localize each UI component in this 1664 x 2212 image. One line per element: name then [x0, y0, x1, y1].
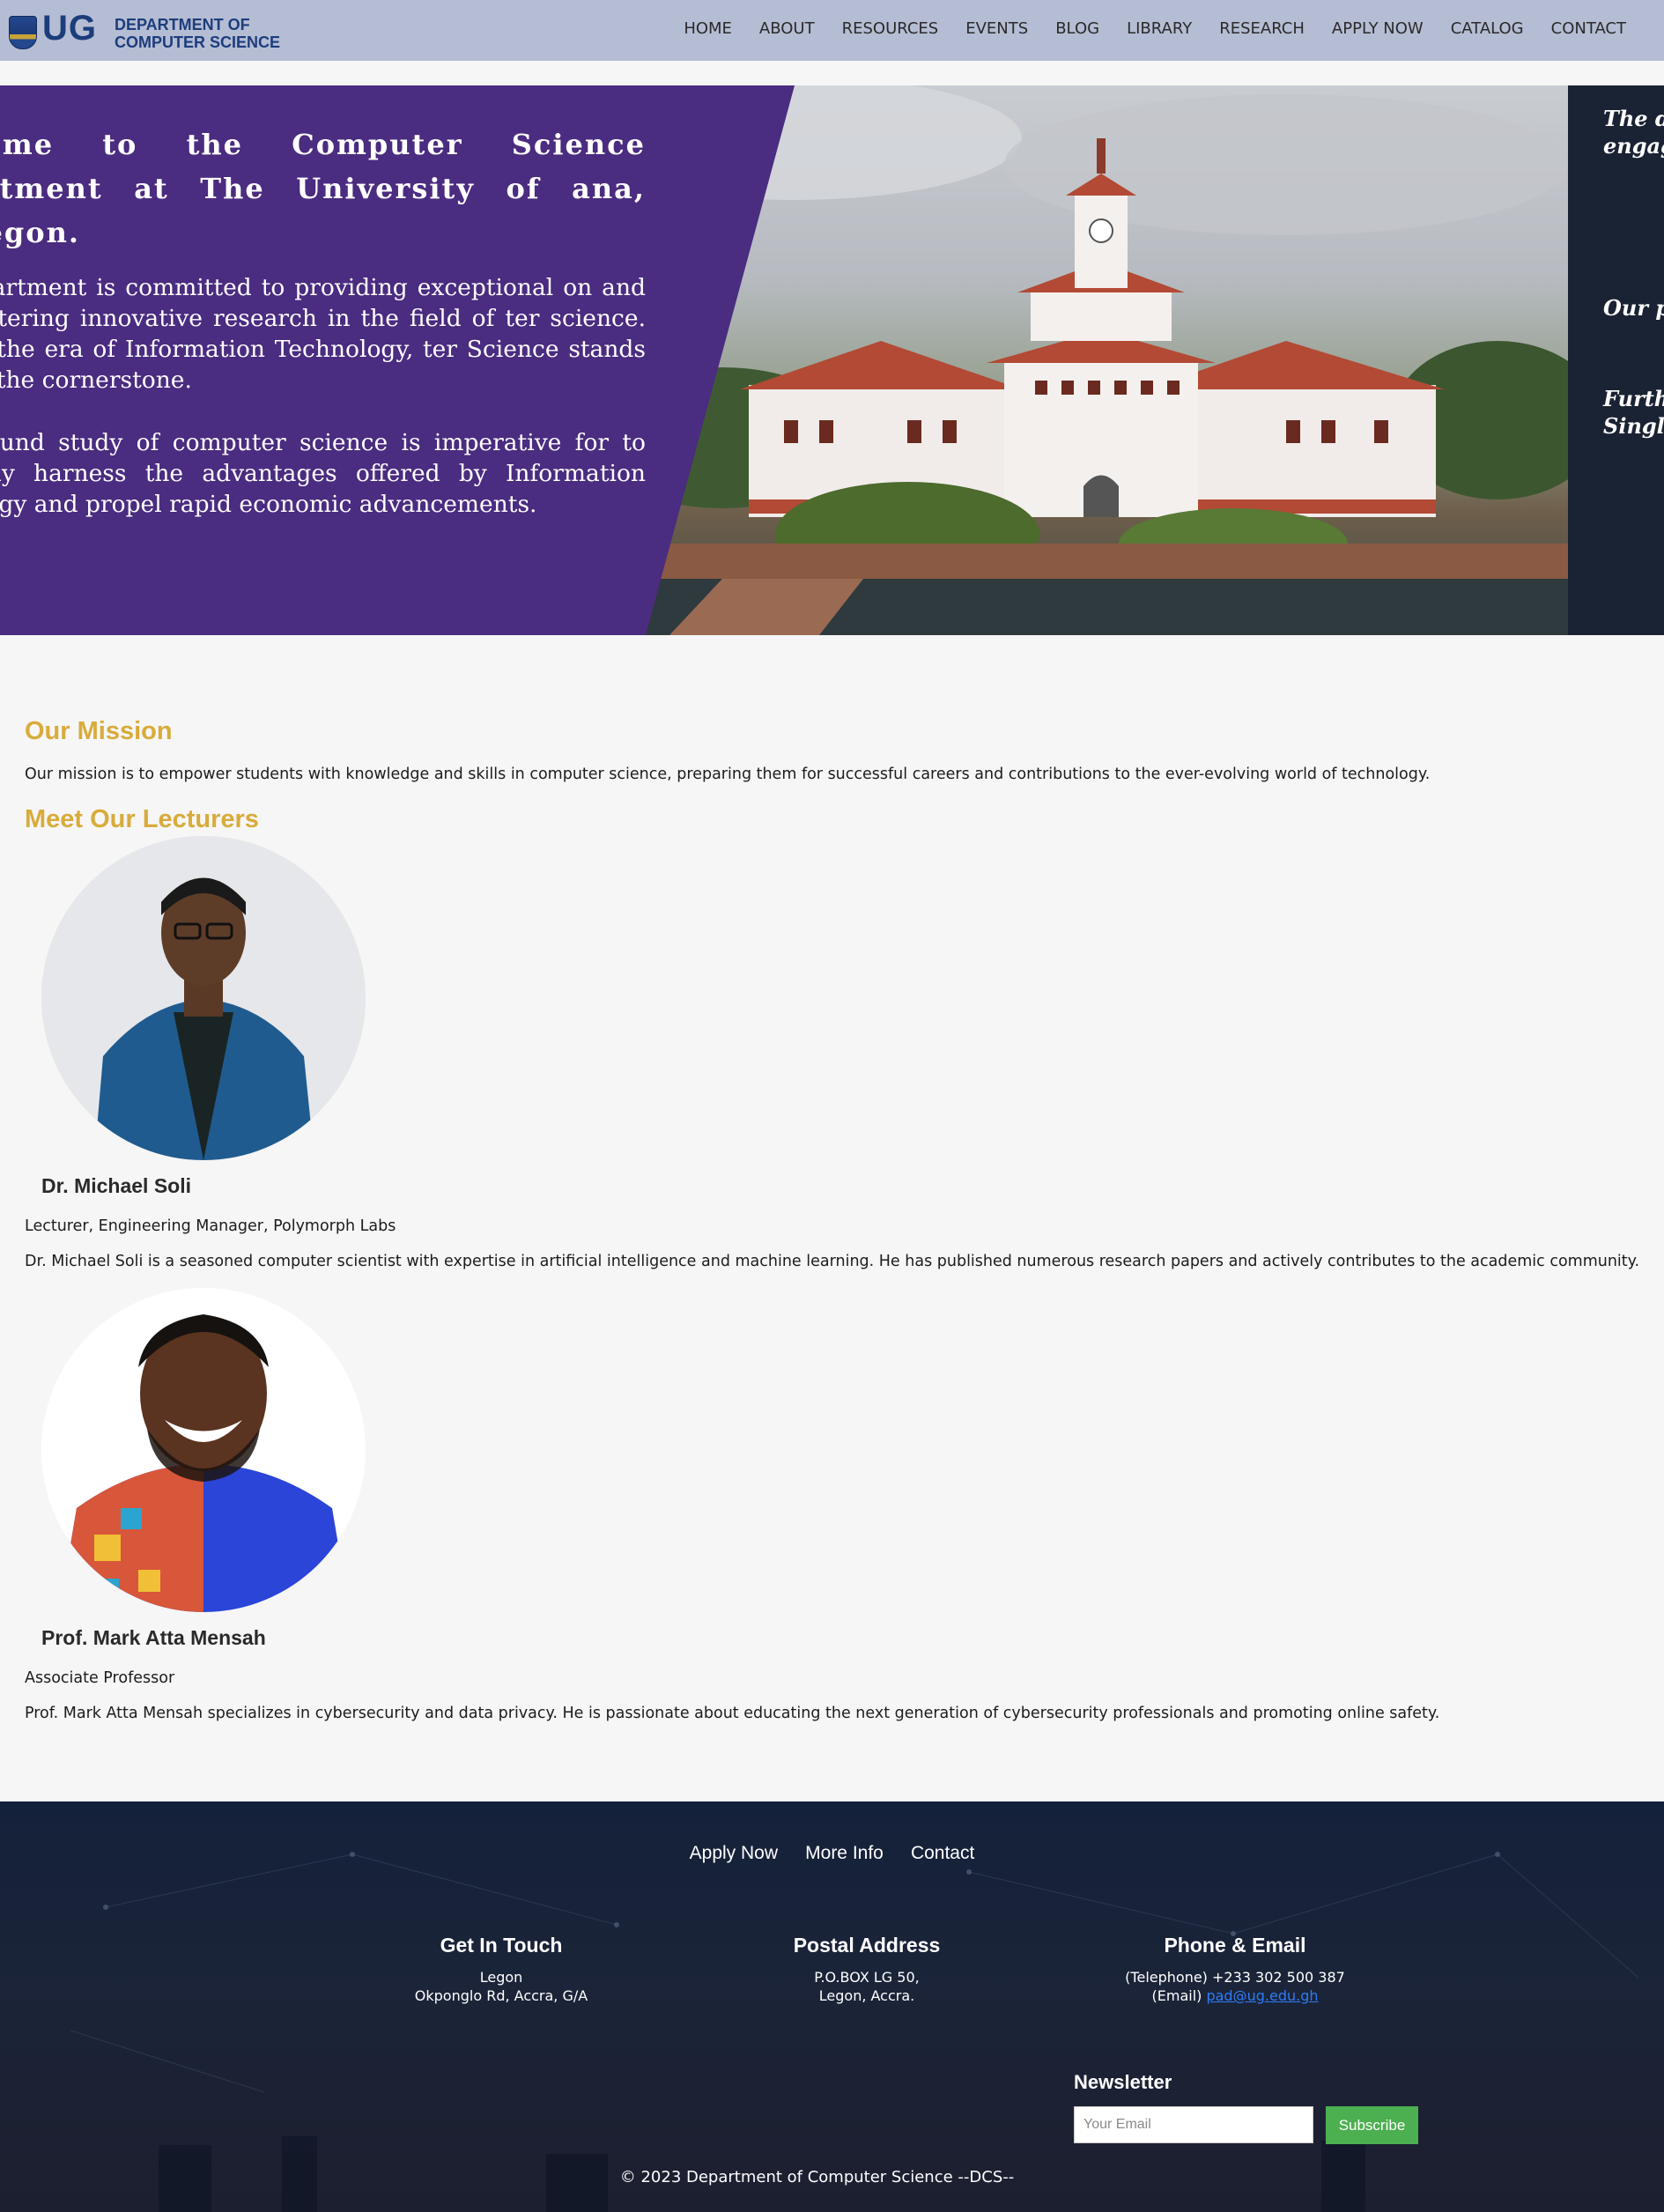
logo-subtitle: DEPARTMENT OF COMPUTER SCIENCE [115, 16, 281, 51]
get-in-touch-title: Get In Touch [440, 1934, 563, 1957]
email-line: (Email) pad@ug.edu.gh [1076, 1986, 1394, 2005]
postal-address-column: Postal Address P.O.BOX LG 50, Legon, Acc… [708, 1934, 1025, 2005]
ug-crest-icon [9, 16, 37, 49]
nav-contact[interactable]: CONTACT [1551, 19, 1626, 38]
phone-email-column: Phone & Email (Telephone) +233 302 500 3… [1076, 1934, 1394, 2005]
side-paragraph-2: Our p enabl [1603, 295, 1664, 321]
lecturer-bio: Prof. Mark Atta Mensah specializes in cy… [25, 1705, 1440, 1722]
lecturers-title: Meet Our Lecturers [25, 805, 259, 833]
nav-apply-now[interactable]: APPLY NOW [1332, 19, 1424, 38]
nav-research[interactable]: RESEARCH [1219, 19, 1305, 38]
email-link[interactable]: pad@ug.edu.gh [1206, 1987, 1318, 2004]
hero-paragraph-2: ofound study of computer science is impe… [0, 429, 646, 518]
phone-line: (Telephone) +233 302 500 387 [1125, 1969, 1345, 1986]
phone-email-title: Phone & Email [1164, 1934, 1306, 1957]
side-paragraph-1: The d acqui sector comp engag [1603, 106, 1664, 159]
lecturer-photo [41, 1288, 366, 1612]
lecturer-1-portrait [41, 836, 366, 1160]
nav-library[interactable]: LIBRARY [1127, 19, 1192, 38]
lecturer-role: Associate Professor [25, 1669, 175, 1687]
address-line-1: Legon [479, 1969, 523, 1986]
lecturer-role: Lecturer, Engineering Manager, Polymorph… [25, 1217, 396, 1235]
nav-events[interactable]: EVENTS [965, 19, 1028, 38]
get-in-touch-column: Get In Touch Legon Okponglo Rd, Accra, G… [343, 1934, 660, 2005]
footer-link-contact[interactable]: Contact [911, 1843, 974, 1863]
side-paragraph-3: Furth or re techn Scien progr Singl Bach… [1603, 386, 1664, 439]
lecturer-bio: Dr. Michael Soli is a seasoned computer … [25, 1253, 1640, 1270]
site-footer: Apply Now More Info Contact Get In Touch… [0, 1801, 1664, 2212]
nav-resources[interactable]: RESOURCES [842, 19, 939, 38]
lecturer-2-portrait [41, 1288, 366, 1612]
postal-line-1: P.O.BOX LG 50, [814, 1969, 920, 1986]
lecturer-name: Prof. Mark Atta Mensah [41, 1626, 266, 1649]
footer-nav: Apply Now More Info Contact [0, 1843, 1664, 1864]
hero-title: come to the Computer Science artment at … [0, 128, 646, 249]
newsletter-title: Newsletter [1074, 2071, 1172, 2093]
lecturer-name: Dr. Michael Soli [41, 1174, 191, 1197]
newsletter-email-input[interactable] [1074, 2106, 1313, 2143]
email-label: (Email) [1151, 1987, 1202, 2004]
mission-text: Our mission is to empower students with … [25, 766, 1431, 783]
site-header: UG DEPARTMENT OF COMPUTER SCIENCE HOME A… [0, 0, 1664, 61]
lecturer-photo [41, 836, 366, 1160]
footer-link-more-info[interactable]: More Info [805, 1843, 884, 1863]
nav-home[interactable]: HOME [684, 19, 732, 38]
nav-about[interactable]: ABOUT [759, 19, 815, 38]
mission-title: Our Mission [25, 717, 173, 745]
copyright-text: © 2023 Department of Computer Science --… [619, 2168, 1015, 2186]
hero-next-slide: The d acqui sector comp engag Our p enab… [1568, 85, 1664, 635]
postal-address-title: Postal Address [793, 1934, 941, 1957]
nav-catalog[interactable]: CATALOG [1451, 19, 1524, 38]
subscribe-button[interactable]: Subscribe [1326, 2106, 1418, 2144]
main-nav: HOME ABOUT RESOURCES EVENTS BLOG LIBRARY… [656, 19, 1626, 38]
address-line-2: Okponglo Rd, Accra, G/A [414, 1987, 588, 2004]
nav-blog[interactable]: BLOG [1055, 19, 1099, 38]
postal-line-2: Legon, Accra. [818, 1987, 915, 2004]
hero-paragraph-1: epartment is committed to providing exce… [0, 274, 646, 394]
hero-carousel: come to the Computer Science artment at … [0, 85, 1664, 635]
logo-text: UG [42, 9, 97, 48]
footer-link-apply-now[interactable]: Apply Now [690, 1843, 778, 1863]
